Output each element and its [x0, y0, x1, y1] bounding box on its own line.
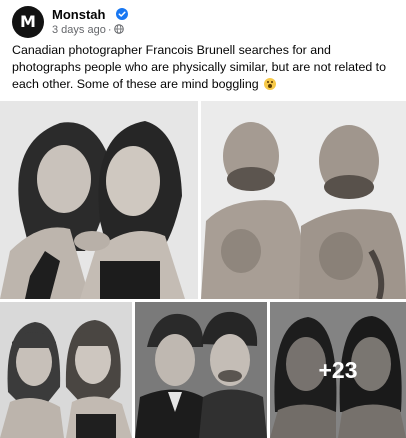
meta-separator: · — [107, 24, 112, 36]
more-photos-count: +23 — [318, 356, 358, 383]
photo-two-bald-men[interactable] — [201, 101, 406, 299]
globe-icon[interactable] — [113, 24, 124, 34]
avatar-letter: M — [20, 12, 36, 31]
photo-two-women-more[interactable]: +23 — [270, 302, 406, 438]
post-body: Canadian photographer Francois Brunell s… — [12, 43, 387, 91]
photo-two-women-bangs[interactable] — [0, 302, 132, 438]
astonished-face-emoji-icon — [264, 78, 277, 90]
post-header: M Monstah 3 days ago · — [12, 6, 392, 40]
photo-two-women[interactable] — [0, 101, 198, 299]
avatar[interactable]: M — [12, 6, 44, 38]
post-timestamp[interactable]: 3 days ago — [52, 24, 106, 36]
post-text: Canadian photographer Francois Brunell s… — [12, 42, 396, 93]
page-name[interactable]: Monstah — [52, 7, 105, 22]
photo-two-men-dark-hair[interactable] — [135, 302, 267, 438]
verified-badge-icon — [116, 8, 128, 20]
more-photos-overlay[interactable]: +23 — [270, 302, 406, 438]
post-meta: 3 days ago · — [52, 24, 124, 36]
